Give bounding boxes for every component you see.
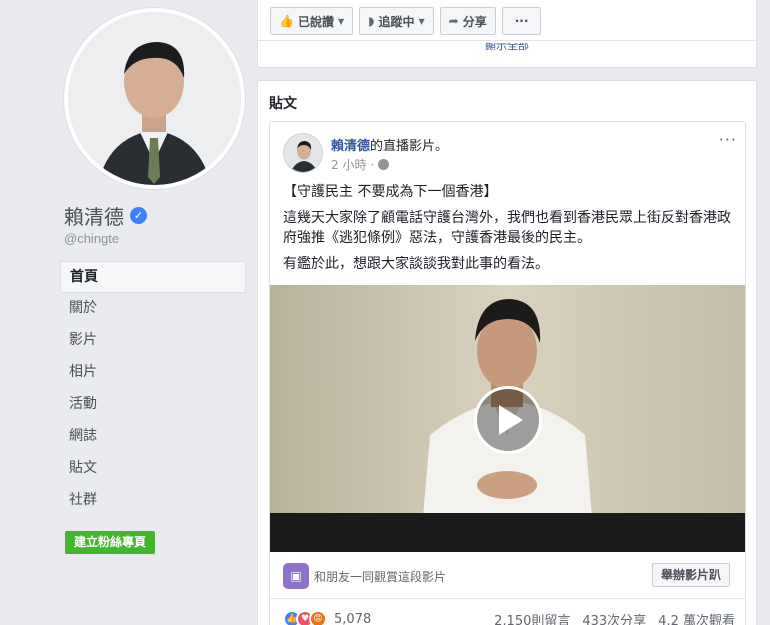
verified-badge-icon: ✓ <box>130 207 147 224</box>
liked-label: 已說讚 <box>297 14 334 29</box>
following-button[interactable]: ◗ 追蹤中 ▼ <box>359 7 434 35</box>
post-stats: 👍 ♥ 😡 5,078 2,150則留言 433次分享 4.2 萬次觀看 <box>283 609 735 625</box>
chevron-down-icon: ▼ <box>418 16 425 26</box>
share-arrow-icon: ➦ <box>448 14 459 28</box>
post-timestamp: 2 小時 · <box>331 156 390 173</box>
page-actions-card: 👍 已說讚 ▼ ◗ 追蹤中 ▼ ➦ 分享 ··· 顯示全部 <box>257 0 757 68</box>
more-options-icon: ··· <box>514 14 529 28</box>
rss-icon: ◗ <box>368 14 375 28</box>
post-time-text[interactable]: 2 小時 <box>331 156 366 173</box>
show-all-link[interactable]: 顯示全部 <box>258 43 756 53</box>
share-count[interactable]: 433次分享 <box>582 610 646 625</box>
post-more-icon[interactable]: ··· <box>719 130 737 149</box>
post-author-line: 賴清德的直播影片。 <box>331 135 448 154</box>
post-line-2: 這幾天大家除了顧電話守護台灣外，我們也看到香港民眾上街反對香港政府強推《逃犯條例… <box>283 210 731 246</box>
host-watch-party-button[interactable]: 舉辦影片趴 <box>651 563 730 587</box>
profile-photo <box>68 12 241 185</box>
nav-item-events[interactable]: 活動 <box>60 389 246 421</box>
nav-item-home[interactable]: 首頁 <box>60 261 246 293</box>
chevron-down-icon: ▼ <box>337 16 345 26</box>
reaction-count[interactable]: 5,078 <box>334 612 371 625</box>
share-button[interactable]: ➦ 分享 <box>439 7 496 35</box>
nav-item-photos[interactable]: 相片 <box>60 357 246 389</box>
divider <box>258 40 756 41</box>
page-nav: 首頁 關於 影片 相片 活動 網誌 貼文 社群 <box>60 261 246 517</box>
post-line-3: 有鑑於此，想跟大家談談我對此事的看法。 <box>283 256 549 272</box>
post: 賴清德的直播影片。 2 小時 · ··· 【守護民主 不要成為下一個香港】 這幾… <box>269 121 746 625</box>
following-label: 追蹤中 <box>378 14 415 29</box>
post-body: 【守護民主 不要成為下一個香港】 這幾天大家除了顧電話守護台灣外，我們也看到香港… <box>283 182 738 280</box>
play-button[interactable] <box>474 386 542 454</box>
profile-name[interactable]: 賴清德 ✓ <box>64 201 147 230</box>
nav-item-notes[interactable]: 網誌 <box>60 421 246 453</box>
nav-item-about[interactable]: 關於 <box>60 293 246 325</box>
play-icon <box>499 405 523 435</box>
profile-handle: @chingte <box>64 231 120 246</box>
nav-item-videos[interactable]: 影片 <box>60 325 246 357</box>
profile-picture[interactable] <box>64 8 245 189</box>
dot-separator: · <box>370 157 375 172</box>
post-line-1: 【守護民主 不要成為下一個香港】 <box>283 184 498 200</box>
globe-icon <box>378 159 390 170</box>
posts-section: 貼文 賴清德的直播影片。 2 小時 · ··· 【守護民主 不要成為下一個香港】… <box>257 80 757 625</box>
nav-item-posts[interactable]: 貼文 <box>60 453 246 485</box>
view-count: 4.2 萬次觀看 <box>658 613 735 625</box>
watch-together-text[interactable]: 和朋友一同觀賞這段影片 <box>314 568 446 585</box>
nav-item-community[interactable]: 社群 <box>60 485 246 517</box>
post-author-suffix: 的直播影片。 <box>370 139 449 154</box>
engagement-stats: 2,150則留言 433次分享 4.2 萬次觀看 <box>494 610 735 625</box>
posts-section-title: 貼文 <box>269 96 297 112</box>
reaction-icons[interactable]: 👍 ♥ 😡 <box>283 610 327 625</box>
comment-count[interactable]: 2,150則留言 <box>494 610 570 625</box>
watch-party-icon: ▣ <box>283 563 309 589</box>
video-player[interactable] <box>270 285 745 552</box>
action-bar: 👍 已說讚 ▼ ◗ 追蹤中 ▼ ➦ 分享 ··· <box>270 7 547 35</box>
share-label: 分享 <box>462 14 487 29</box>
more-options-button[interactable]: ··· <box>501 7 542 35</box>
post-author-avatar[interactable] <box>283 133 323 173</box>
create-page-button[interactable]: 建立粉絲專頁 <box>65 531 156 554</box>
angry-reaction-icon: 😡 <box>309 610 327 625</box>
watch-party-row: ▣ 和朋友一同觀賞這段影片 舉辦影片趴 <box>270 553 745 599</box>
profile-name-text: 賴清德 <box>64 205 124 229</box>
thumbs-up-icon: 👍 <box>279 14 294 28</box>
post-author-name[interactable]: 賴清德 <box>331 139 370 154</box>
liked-button[interactable]: 👍 已說讚 ▼ <box>270 7 354 35</box>
